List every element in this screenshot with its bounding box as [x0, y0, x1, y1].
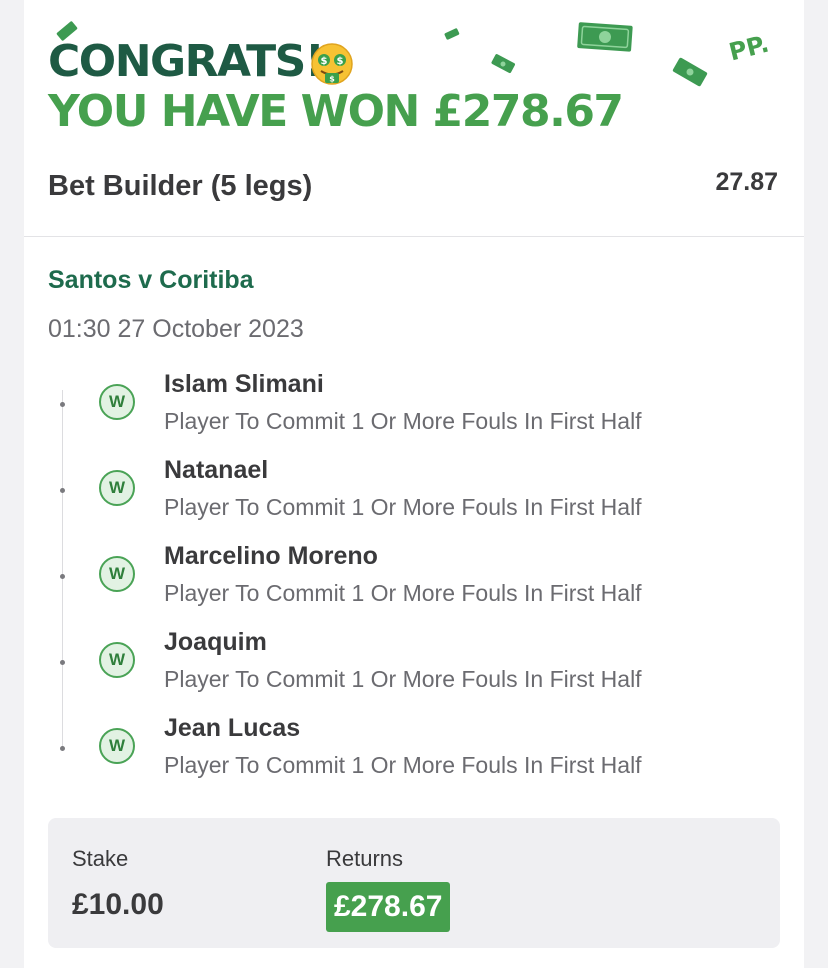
leg-selection: Islam Slimani: [164, 370, 324, 398]
win-status-badge: W: [99, 728, 135, 764]
svg-text:$: $: [337, 56, 344, 67]
win-status-badge: W: [99, 642, 135, 678]
bet-leg: W Natanael Player To Commit 1 Or More Fo…: [24, 456, 804, 542]
bet-leg: W Marcelino Moreno Player To Commit 1 Or…: [24, 542, 804, 628]
stake-returns-panel: Stake £10.00 Returns £278.67: [48, 818, 780, 948]
banknote-icon: [444, 28, 460, 40]
money-mouth-face-icon: $ $ $: [311, 43, 353, 85]
leg-selection: Marcelino Moreno: [164, 542, 378, 570]
leg-market: Player To Commit 1 Or More Fouls In Firs…: [164, 666, 642, 692]
stake-label: Stake: [72, 846, 129, 871]
win-status-badge: W: [99, 556, 135, 592]
leg-selection: Natanael: [164, 456, 269, 484]
stake-value: £10.00: [72, 888, 164, 921]
leg-market: Player To Commit 1 Or More Fouls In Firs…: [164, 752, 642, 778]
banknote-icon: [491, 54, 516, 74]
svg-text:$: $: [321, 56, 328, 67]
congrats-heading: CONGRATS!: [48, 36, 325, 87]
leg-selection: Jean Lucas: [164, 714, 301, 742]
bet-leg: W Joaquim Player To Commit 1 Or More Fou…: [24, 628, 804, 714]
winnings-heading: YOU HAVE WON £278.67: [48, 86, 624, 137]
timeline-dot: [60, 488, 65, 493]
bet-leg: W Islam Slimani Player To Commit 1 Or Mo…: [24, 370, 804, 456]
event-datetime: 01:30 27 October 2023: [48, 315, 304, 343]
banknote-icon: [672, 57, 708, 87]
returns-label: Returns: [326, 846, 404, 871]
bet-card: CONGRATS! $ $ $ YOU HAVE WON £278.67 PP.…: [24, 0, 804, 968]
timeline-dot: [60, 574, 65, 579]
timeline-dot: [60, 660, 65, 665]
divider: [24, 236, 804, 237]
win-status-badge: W: [99, 470, 135, 506]
leg-market: Player To Commit 1 Or More Fouls In Firs…: [164, 580, 642, 606]
banknote-icon: [56, 21, 78, 41]
leg-selection: Joaquim: [164, 628, 267, 656]
leg-market: Player To Commit 1 Or More Fouls In Firs…: [164, 494, 642, 520]
returns-value: £278.67: [326, 882, 451, 932]
timeline-dot: [60, 402, 65, 407]
brand-logo: PP.: [726, 29, 772, 67]
banknote-icon: [577, 22, 633, 52]
win-status-badge: W: [99, 384, 135, 420]
timeline-dot: [60, 746, 65, 751]
svg-text:$: $: [329, 75, 335, 84]
match-name[interactable]: Santos v Coritiba: [48, 266, 254, 295]
bet-type-title: Bet Builder (5 legs): [48, 170, 313, 202]
bet-odds: 27.87: [715, 168, 778, 196]
bet-leg: W Jean Lucas Player To Commit 1 Or More …: [24, 714, 804, 800]
leg-market: Player To Commit 1 Or More Fouls In Firs…: [164, 408, 642, 434]
